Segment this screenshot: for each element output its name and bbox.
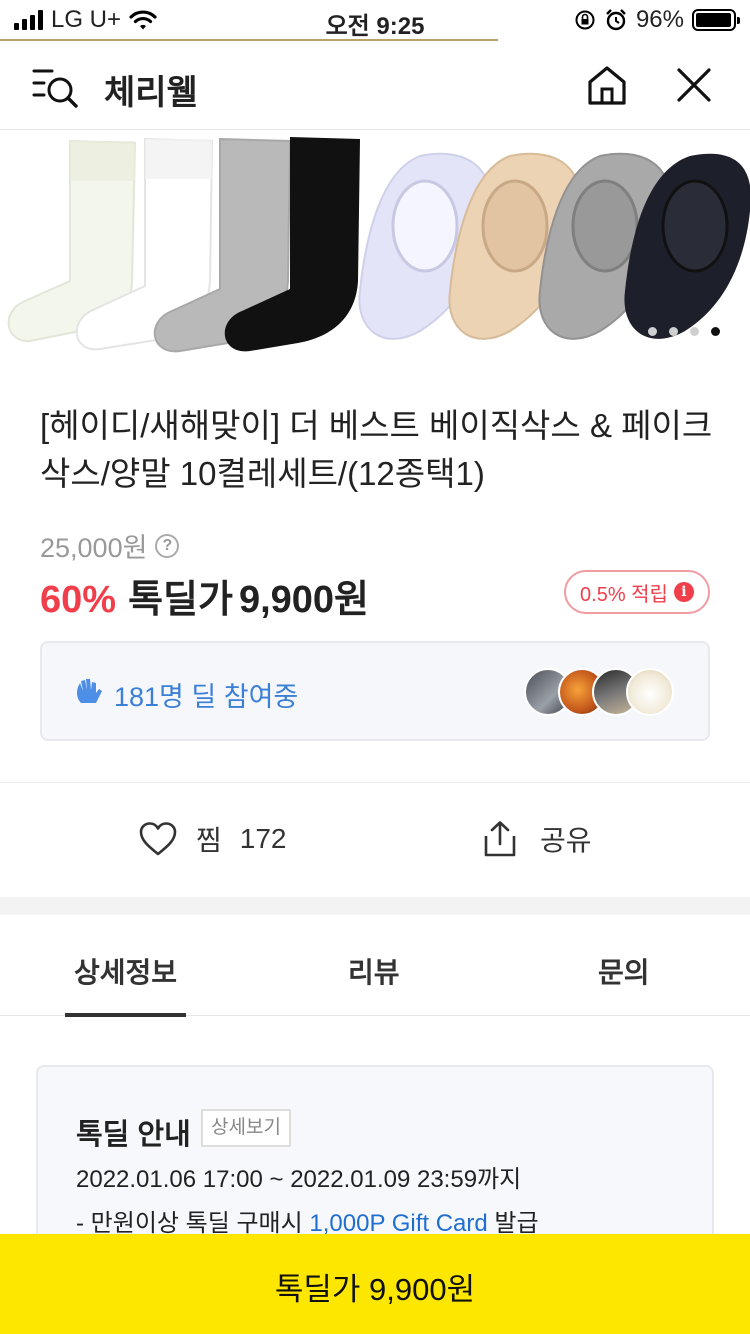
deal-participants-box[interactable]: 181명 딜 참여중 [40,641,710,741]
like-button[interactable]: 찜 172 [138,819,286,859]
discount-rate: 60% [40,579,117,621]
home-icon[interactable] [584,63,630,109]
menu-search-icon[interactable] [30,63,80,109]
carousel-dot[interactable] [690,327,699,336]
crew-socks-illustration [7,137,360,353]
detail-tabs: 상세정보 리뷰 문의 [0,915,750,1017]
notice-title: 톡딜 안내 [76,1119,191,1151]
tab-detail-info[interactable]: 상세정보 [64,951,187,1017]
benefit-suffix: 발급 [487,1210,539,1237]
page-title: 체리웰 [104,74,198,112]
no-show-socks-illustration [358,152,750,340]
carousel-dot[interactable] [711,327,720,336]
deal-label: 톡딜가 [128,579,233,621]
deal-price-row: 60% 톡딜가 9,900원 [40,568,369,623]
app-header: 체리웰 [0,41,750,130]
battery-percent: 96% [635,6,684,33]
participant-avatars [524,668,674,716]
original-price: 25,000원 [40,533,148,563]
like-count: 172 [239,823,287,854]
benefit-prefix: - 만원이상 톡딜 구매시 [76,1210,310,1237]
deal-benefit: - 만원이상 톡딜 구매시 1,000P Gift Card 발급 [76,1203,539,1238]
info-icon: i [673,582,694,602]
waving-hand-icon [77,679,102,703]
carousel-dot[interactable] [669,327,678,336]
carousel-dot[interactable] [648,327,657,336]
action-bar: 찜 172 공유 [0,783,750,897]
status-bar: LG U+ 오전 9:25 96% [0,0,750,41]
section-divider [0,897,750,915]
heart-icon [139,822,177,856]
buy-button[interactable]: 톡딜가 9,900원 [0,1234,750,1334]
battery-icon [692,9,740,31]
carousel-indicator [648,327,720,336]
deal-period: 2022.01.06 17:00 ~ 2022.01.09 23:59까지 [76,1166,522,1193]
tab-reviews[interactable]: 리뷰 [348,951,400,991]
product-image [7,137,750,353]
help-icon[interactable]: ? [155,533,180,558]
product-image-carousel[interactable] [0,131,750,366]
participants-count: 181명 딜 참여중 [114,682,299,712]
detail-view-button[interactable]: 상세보기 [201,1109,291,1147]
deal-price: 9,900원 [238,579,370,621]
points-label: 0.5% 적립 [580,583,668,606]
benefit-highlight: 1,000P Gift Card [309,1210,488,1237]
product-title: [헤이디/새해맞이] 더 베스트 베이직삭스 & 페이크삭스/양말 10켤레세트… [40,407,713,492]
avatar [626,668,674,716]
like-label: 찜 [196,825,222,856]
buy-button-label: 톡딜가 9,900원 [274,1272,476,1307]
share-label: 공유 [540,825,592,856]
share-icon [484,821,516,857]
share-button[interactable]: 공유 [482,819,592,859]
rotation-lock-icon [575,10,595,30]
alarm-icon [606,9,626,31]
original-price-row: 25,000원 ? [40,526,180,565]
points-badge[interactable]: 0.5% 적립 i [564,570,710,614]
tab-inquiry[interactable]: 문의 [598,951,650,991]
close-icon[interactable] [674,65,714,105]
